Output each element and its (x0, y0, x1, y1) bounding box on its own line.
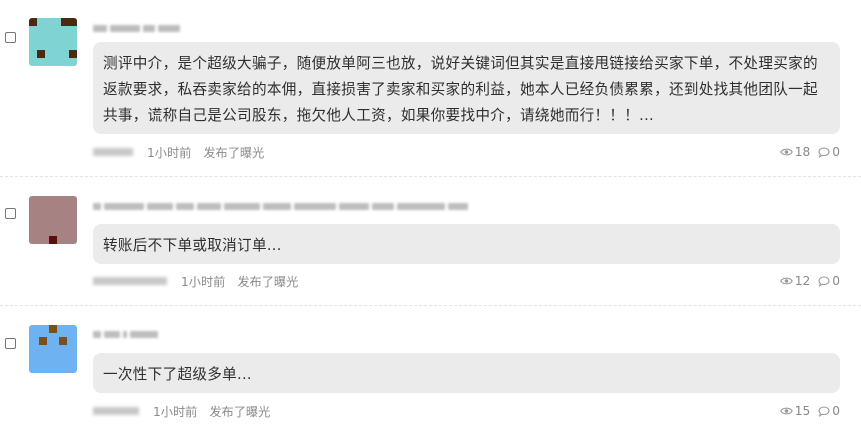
view-count-value: 12 (794, 274, 811, 288)
avatar-pixel (49, 236, 57, 244)
comment-count-value: 0 (832, 274, 840, 288)
username-redacted[interactable] (93, 328, 158, 340)
comment-icon (818, 405, 830, 417)
avatar-pixel (49, 325, 57, 333)
exposure-feed: 测评中介，是个超级大骗子，随便放单阿三也放，说好关键词但其实是直接甩链接给买家下… (0, 0, 861, 424)
post-meta: 1小时前 发布了曝光 15 0 (93, 403, 840, 419)
view-count: 12 (779, 274, 811, 288)
avatar[interactable] (29, 18, 77, 66)
post-stats: 15 0 (779, 404, 840, 418)
comment-count-value: 0 (832, 145, 840, 159)
eye-icon (779, 407, 793, 415)
eye-icon (779, 277, 793, 285)
view-count-value: 15 (794, 404, 811, 418)
post-select-checkbox[interactable] (5, 32, 16, 43)
post-action: 发布了曝光 (209, 405, 271, 419)
view-count: 18 (779, 145, 811, 159)
eye-icon (779, 148, 793, 156)
avatar-pixel (39, 337, 47, 345)
avatar-pixel (37, 50, 45, 58)
divider (0, 176, 861, 177)
post-time: 1小时前 (147, 146, 192, 160)
post-meta: 1小时前 发布了曝光 12 0 (93, 273, 840, 289)
post-content[interactable]: 一次性下了超级多单... (93, 353, 840, 393)
avatar[interactable] (29, 196, 77, 244)
comment-icon (818, 146, 830, 158)
post-stats: 18 0 (779, 145, 840, 159)
avatar-pixel (29, 18, 37, 26)
avatar-pixel (61, 18, 77, 26)
author-redacted[interactable] (93, 148, 133, 156)
author-redacted[interactable] (93, 277, 167, 285)
view-count: 15 (779, 404, 811, 418)
post-meta: 1小时前 发布了曝光 18 0 (93, 144, 840, 160)
post-action: 发布了曝光 (237, 275, 299, 289)
post-stats: 12 0 (779, 274, 840, 288)
avatar-pixel (69, 50, 77, 58)
post-content[interactable]: 测评中介，是个超级大骗子，随便放单阿三也放，说好关键词但其实是直接甩链接给买家下… (93, 42, 840, 134)
post-select-checkbox[interactable] (5, 208, 16, 219)
username-redacted[interactable] (93, 22, 180, 34)
avatar[interactable] (29, 325, 77, 373)
comment-count[interactable]: 0 (818, 145, 840, 159)
comment-count[interactable]: 0 (818, 274, 840, 288)
post-time: 1小时前 (153, 405, 198, 419)
avatar-pixel (59, 337, 67, 345)
post-time: 1小时前 (181, 275, 226, 289)
post-content[interactable]: 转账后不下单或取消订单... (93, 224, 840, 264)
view-count-value: 18 (794, 145, 811, 159)
post-select-checkbox[interactable] (5, 338, 16, 349)
post-action: 发布了曝光 (203, 146, 265, 160)
author-redacted[interactable] (93, 407, 139, 415)
username-redacted[interactable] (93, 200, 468, 212)
divider (0, 305, 861, 306)
comment-count[interactable]: 0 (818, 404, 840, 418)
comment-icon (818, 275, 830, 287)
comment-count-value: 0 (832, 404, 840, 418)
